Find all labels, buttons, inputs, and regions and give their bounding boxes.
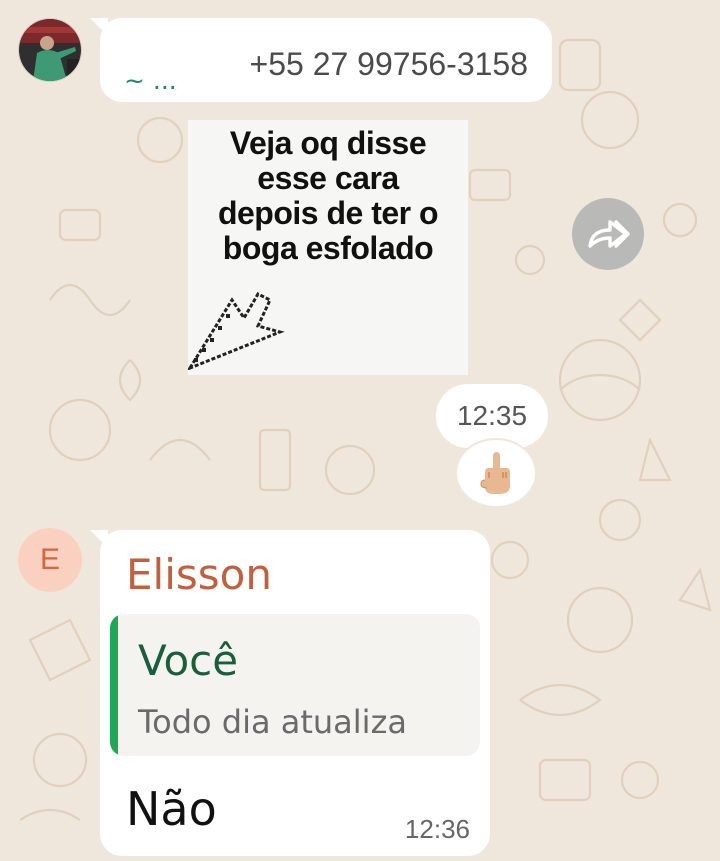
avatar[interactable]: E: [18, 528, 82, 592]
avatar-letter: E: [39, 543, 60, 576]
timestamp-text: 12:35: [456, 400, 528, 431]
quoted-author: Você: [138, 636, 239, 685]
quoted-text: Todo dia atualiza: [138, 703, 407, 741]
sticker-caption: Veja oq disse esse cara depois de ter o …: [217, 125, 439, 266]
sender-phone[interactable]: +55 27 99756-3158: [250, 48, 528, 80]
profile-photo-icon: [19, 19, 81, 81]
message-reaction[interactable]: [455, 438, 537, 508]
sender-name[interactable]: Elisson: [126, 554, 272, 596]
middle-finger-emoji-icon: [480, 452, 510, 494]
quote-accent-bar: [110, 614, 118, 756]
forwarded-message-header[interactable]: ~ ... +55 27 99756-3158: [90, 18, 552, 102]
message-text: Não: [126, 782, 217, 836]
cursor-icon: [188, 292, 285, 370]
bubble-tail: [90, 18, 108, 36]
message-timestamp: 12:36: [404, 814, 470, 844]
avatar[interactable]: [18, 18, 82, 82]
sender-alias: ~ ...: [124, 66, 177, 95]
forward-icon: [588, 220, 630, 248]
bubble-tail: [90, 530, 108, 548]
forward-button[interactable]: [572, 198, 644, 270]
reply-message-bubble[interactable]: Elisson Você Todo dia atualiza Não 12:36: [90, 530, 490, 856]
sticker-image[interactable]: Veja oq disse esse cara depois de ter o …: [188, 120, 468, 375]
quoted-message[interactable]: Você Todo dia atualiza: [110, 614, 480, 756]
